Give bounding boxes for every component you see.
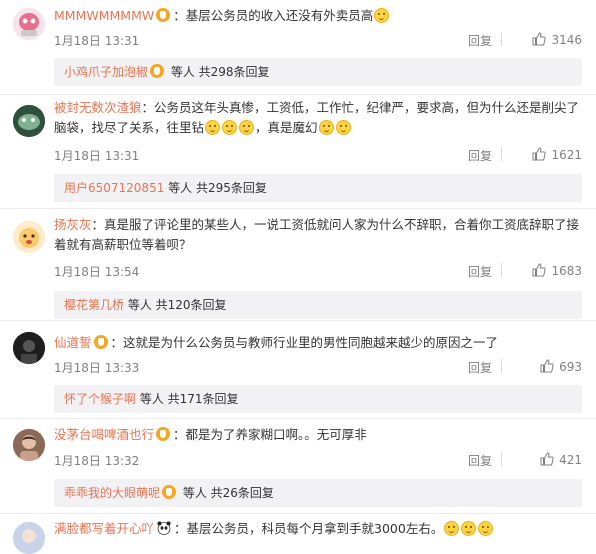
emoji-icon bbox=[205, 120, 221, 135]
sub-reply-user[interactable]: 乖乖我的大眼萌呢 bbox=[64, 486, 160, 500]
sub-replies[interactable]: 乖乖我的大眼萌呢 等人 共26条回复 bbox=[54, 479, 582, 507]
comment-item: 没茅台喝啤酒也行 ：都是为了养家糊口啊。。无可厚非 1月18日 13:32 回复 … bbox=[0, 419, 596, 511]
reply-button[interactable]: 回复 bbox=[468, 359, 492, 376]
thumbs-up-icon bbox=[532, 32, 547, 46]
sub-reply-summary: 等人 共26条回复 bbox=[179, 486, 274, 500]
emoji-icon bbox=[478, 521, 494, 536]
like-count: 1683 bbox=[551, 264, 582, 278]
comment-meta: 1月18日 13:31 回复 3146 bbox=[54, 30, 582, 50]
like-count: 1621 bbox=[551, 148, 582, 162]
comment-text: 满脸都写着开心吖 ：基层公务员，科员每个月拿到手就3000左右。 bbox=[54, 519, 582, 539]
separator bbox=[501, 32, 502, 46]
comment-item: 仙道誓 ：这就是为什么公务员与教师行业里的男性同胞越来越少的原因之一了 1月18日… bbox=[0, 321, 596, 415]
thumbs-up-icon bbox=[540, 359, 554, 373]
like-count: 3146 bbox=[551, 33, 582, 47]
comment-item: MMMWMMMMW ：基层公务员的收入还没有外卖员高 1月18日 13:31 回复… bbox=[0, 0, 596, 92]
thumbs-up-icon bbox=[540, 452, 554, 466]
like-button[interactable]: 421 bbox=[540, 452, 582, 467]
comment-text: 仙道誓 ：这就是为什么公务员与教师行业里的男性同胞越来越少的原因之一了 bbox=[54, 335, 499, 350]
avatar[interactable] bbox=[13, 522, 45, 554]
like-button[interactable]: 1621 bbox=[532, 147, 582, 162]
avatar[interactable] bbox=[13, 221, 45, 253]
comment-item: 被封无数次渣狼：公务员这年头真惨，工资低，工作忙，纪律严，要求高，但为什么还是削… bbox=[0, 95, 596, 205]
reply-button[interactable]: 回复 bbox=[468, 32, 492, 49]
separator bbox=[501, 263, 502, 277]
vip-badge-icon bbox=[150, 64, 165, 78]
emoji-icon bbox=[335, 120, 351, 135]
comment-username[interactable]: 仙道誓 bbox=[54, 335, 92, 350]
sub-replies[interactable]: 用户6507120851 等人 共295条回复 bbox=[54, 174, 582, 202]
comment-text: 被封无数次渣狼：公务员这年头真惨，工资低，工作忙，纪律严，要求高，但为什么还是削… bbox=[54, 100, 580, 135]
like-count: 421 bbox=[559, 453, 582, 467]
sub-reply-summary: 等人 共298条回复 bbox=[167, 65, 270, 79]
vip-badge-icon bbox=[93, 335, 108, 349]
comment-username[interactable]: 扬灰灰 bbox=[54, 217, 92, 232]
vip-badge-icon bbox=[162, 485, 177, 499]
comment-item: 满脸都写着开心吖 ：基层公务员，科员每个月拿到手就3000左右。 bbox=[0, 514, 596, 554]
comment-time: 1月18日 13:54 bbox=[54, 265, 140, 279]
comment-username[interactable]: 没茅台喝啤酒也行 bbox=[54, 427, 154, 442]
like-button[interactable]: 693 bbox=[540, 359, 582, 374]
vip-badge-icon bbox=[156, 427, 171, 441]
sub-reply-summary: 等人 共171条回复 bbox=[136, 392, 239, 406]
comment-text: 没茅台喝啤酒也行 ：都是为了养家糊口啊。。无可厚非 bbox=[54, 427, 367, 442]
comment-username[interactable]: 被封无数次渣狼 bbox=[54, 100, 142, 115]
emoji-icon bbox=[444, 521, 460, 536]
separator bbox=[501, 359, 502, 373]
sub-reply-user[interactable]: 用户6507120851 bbox=[64, 181, 164, 195]
sub-reply-summary: 等人 共120条回复 bbox=[124, 298, 227, 312]
separator bbox=[501, 452, 502, 466]
comment-username[interactable]: 满脸都写着开心吖 bbox=[54, 521, 154, 536]
emoji-icon bbox=[461, 521, 477, 536]
comment-time: 1月18日 13:32 bbox=[54, 454, 140, 468]
separator bbox=[501, 147, 502, 161]
sub-reply-user[interactable]: 怀了个猴子啊 bbox=[64, 392, 136, 406]
avatar[interactable] bbox=[13, 105, 45, 137]
like-button[interactable]: 1683 bbox=[532, 263, 582, 278]
comment-meta: 1月18日 13:32 回复 421 bbox=[54, 450, 582, 470]
sub-reply-user[interactable]: 小鸡爪子加泡椒 bbox=[64, 65, 148, 79]
emoji-icon bbox=[222, 120, 238, 135]
avatar[interactable] bbox=[13, 332, 45, 364]
sub-replies[interactable]: 怀了个猴子啊 等人 共171条回复 bbox=[54, 385, 582, 413]
sub-replies[interactable]: 小鸡爪子加泡椒 等人 共298条回复 bbox=[54, 58, 582, 86]
thumbs-up-icon bbox=[532, 263, 547, 277]
comment-meta: 1月18日 13:31 回复 1621 bbox=[54, 145, 582, 165]
reply-button[interactable]: 回复 bbox=[468, 147, 492, 164]
emoji-icon bbox=[318, 120, 334, 135]
sub-reply-summary: 等人 共295条回复 bbox=[164, 181, 267, 195]
like-count: 693 bbox=[559, 360, 582, 374]
comment-meta: 1月18日 13:33 回复 693 bbox=[54, 357, 582, 377]
avatar[interactable] bbox=[13, 8, 45, 40]
emoji-icon bbox=[374, 8, 390, 23]
thumbs-up-icon bbox=[532, 147, 547, 161]
comment-meta: 1月18日 13:54 回复 1683 bbox=[54, 261, 582, 281]
vip-badge-icon bbox=[156, 8, 171, 22]
comment-text: 扬灰灰：真是服了评论里的某些人，一说工资低就问人家为什么不辞职，合着你工资底辞职… bbox=[54, 217, 580, 252]
comment-item: 扬灰灰：真是服了评论里的某些人，一说工资低就问人家为什么不辞职，合着你工资底辞职… bbox=[0, 209, 596, 319]
sub-reply-user[interactable]: 樱花第几桥 bbox=[64, 298, 124, 312]
comment-text: MMMWMMMMW ：基层公务员的收入还没有外卖员高 bbox=[54, 6, 582, 26]
comment-time: 1月18日 13:33 bbox=[54, 361, 140, 375]
sub-replies[interactable]: 樱花第几桥 等人 共120条回复 bbox=[54, 291, 582, 319]
emoji-icon bbox=[239, 120, 255, 135]
reply-button[interactable]: 回复 bbox=[468, 452, 492, 469]
comment-username[interactable]: MMMWMMMMW bbox=[54, 8, 154, 23]
panda-badge-icon bbox=[157, 521, 171, 535]
comment-time: 1月18日 13:31 bbox=[54, 34, 140, 48]
comment-time: 1月18日 13:31 bbox=[54, 149, 140, 163]
reply-button[interactable]: 回复 bbox=[468, 263, 492, 280]
avatar[interactable] bbox=[13, 429, 45, 461]
like-button[interactable]: 3146 bbox=[532, 32, 582, 47]
